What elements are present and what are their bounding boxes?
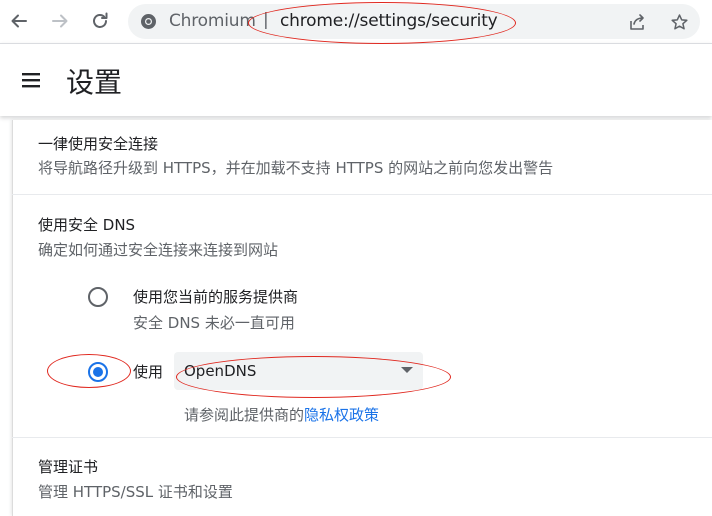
https-only-description: 将导航路径升级到 HTTPS，并在加载不支持 HTTPS 的网站之前向您发出警告: [38, 159, 554, 177]
hamburger-menu-icon[interactable]: [18, 68, 44, 92]
privacy-policy-link[interactable]: 隐私权政策: [304, 406, 379, 424]
security-settings-card: [12, 120, 712, 516]
privacy-policy-line: 请参阅此提供商的隐私权政策: [184, 404, 379, 425]
reload-button[interactable]: [85, 6, 115, 36]
dns-provider-value: OpenDNS: [184, 362, 257, 380]
chromium-site-icon: [141, 14, 156, 29]
address-url[interactable]: chrome://settings/security: [280, 11, 498, 31]
section-divider: [12, 194, 712, 195]
secure-dns-description: 确定如何通过安全连接来连接到网站: [38, 241, 279, 259]
manage-certificates-title: 管理证书: [38, 458, 99, 476]
custom-provider-label[interactable]: 使用: [133, 361, 163, 382]
manage-certificates-description: 管理 HTTPS/SSL 证书和设置: [38, 483, 233, 501]
https-only-title: 一律使用安全连接: [38, 135, 159, 153]
secure-dns-title: 使用安全 DNS: [38, 216, 136, 234]
current-provider-label[interactable]: 使用您当前的服务提供商: [133, 286, 298, 307]
star-icon: [670, 13, 688, 30]
share-icon: [630, 14, 644, 30]
forward-button[interactable]: [45, 6, 75, 36]
radio-current-provider[interactable]: [88, 287, 108, 307]
address-origin-label: Chromium: [169, 11, 256, 31]
back-button[interactable]: [4, 6, 34, 36]
radio-custom-provider[interactable]: [88, 362, 108, 382]
dns-provider-select[interactable]: OpenDNS: [174, 352, 423, 390]
share-button[interactable]: [624, 9, 650, 35]
arrow-right-icon: [52, 14, 68, 28]
address-bar[interactable]: Chromium | chrome://settings/security: [128, 4, 700, 39]
browser-toolbar: Chromium | chrome://settings/security: [0, 0, 712, 43]
bookmark-button[interactable]: [666, 9, 692, 35]
arrow-left-icon: [11, 14, 27, 28]
reload-icon: [93, 12, 108, 28]
current-provider-sublabel: 安全 DNS 未必一直可用: [133, 314, 295, 332]
address-separator: |: [263, 10, 269, 30]
section-divider: [12, 437, 712, 438]
dropdown-arrow-icon: [401, 367, 413, 373]
settings-header: 设置: [0, 43, 712, 116]
privacy-policy-prefix: 请参阅此提供商的: [184, 406, 305, 424]
page-title: 设置: [66, 66, 123, 99]
